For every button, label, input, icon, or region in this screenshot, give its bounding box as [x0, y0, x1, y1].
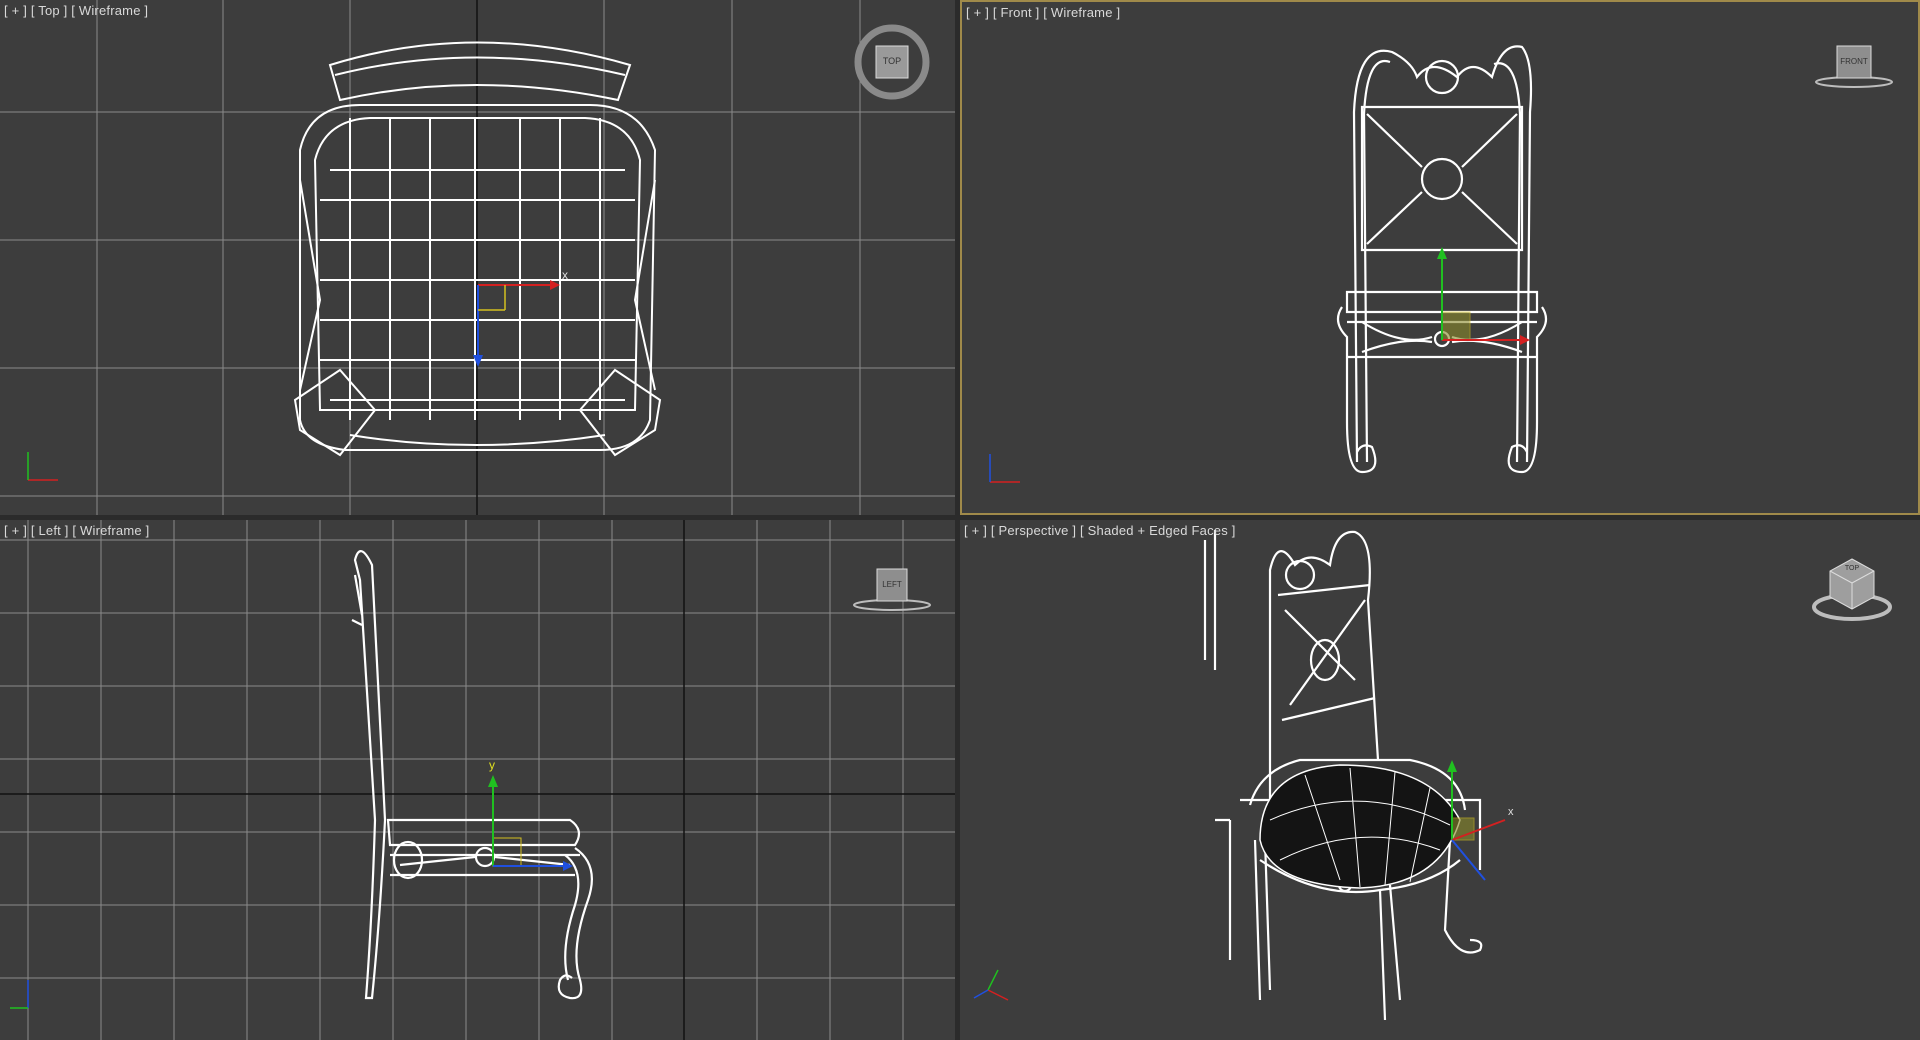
viewport-front-view-button[interactable]: [ Front ]: [993, 5, 1040, 20]
viewcube-persp-label: TOP: [1844, 565, 1860, 572]
world-axis-indicator: [973, 969, 1009, 1001]
viewport-perspective-scene: [973, 530, 1506, 1021]
viewport-front[interactable]: [ + ] [ Front ] [ Wireframe ] FRONT: [960, 0, 1920, 515]
viewport-persp-mode-button[interactable]: [ Shaded + Edged Faces ]: [1080, 523, 1236, 538]
viewport-persp-menu-button[interactable]: [ + ]: [964, 523, 987, 538]
gizmo-y-label: y: [489, 758, 495, 772]
viewcube-left-label: LEFT: [882, 580, 902, 589]
viewcube-left[interactable]: LEFT: [852, 565, 932, 615]
transform-gizmo[interactable]: [1447, 760, 1506, 881]
viewport-left-scene: [0, 520, 955, 1040]
viewport-top-label: [ + ] [ Top ] [ Wireframe ]: [4, 3, 148, 18]
world-axis-indicator: [27, 452, 58, 481]
viewcube-front[interactable]: FRONT: [1814, 42, 1894, 92]
viewport-left-label: [ + ] [ Left ] [ Wireframe ]: [4, 523, 149, 538]
viewport-left-mode-button[interactable]: [ Wireframe ]: [72, 523, 149, 538]
viewport-front-label: [ + ] [ Front ] [ Wireframe ]: [966, 5, 1120, 20]
world-axis-indicator: [989, 454, 1020, 483]
viewport-perspective[interactable]: [ + ] [ Perspective ] [ Shaded + Edged F…: [960, 520, 1920, 1040]
viewcube-front-label: FRONT: [1840, 57, 1868, 66]
transform-gizmo[interactable]: [1437, 247, 1530, 345]
viewport-top-menu-button[interactable]: [ + ]: [4, 3, 27, 18]
viewcube-perspective[interactable]: TOP: [1812, 555, 1892, 625]
viewport-perspective-label: [ + ] [ Perspective ] [ Shaded + Edged F…: [964, 523, 1236, 538]
viewcube-top-label: TOP: [882, 56, 902, 66]
viewport-front-menu-button[interactable]: [ + ]: [966, 5, 989, 20]
grid-major: [0, 520, 955, 1040]
chair-left-wireframe: [351, 550, 593, 1000]
gizmo-x-label: x: [1508, 806, 1514, 818]
transform-gizmo[interactable]: [473, 280, 560, 367]
viewport-top-view-button[interactable]: [ Top ]: [31, 3, 68, 18]
viewcube-icon: [853, 568, 931, 611]
viewport-top-mode-button[interactable]: [ Wireframe ]: [71, 3, 148, 18]
gizmo-x-label: x: [562, 268, 568, 282]
viewport-front-scene: [989, 45, 1548, 483]
chair-seat-shaded: [1259, 764, 1461, 889]
viewport-left[interactable]: [ + ] [ Left ] [ Wireframe ] LEFT y: [0, 520, 955, 1040]
viewport-left-view-button[interactable]: [ Left ]: [31, 523, 69, 538]
viewport-front-mode-button[interactable]: [ Wireframe ]: [1043, 5, 1120, 20]
viewport-left-menu-button[interactable]: [ + ]: [4, 523, 27, 538]
viewcube-top[interactable]: TOP: [852, 22, 932, 102]
viewcube-icon: [1815, 45, 1893, 88]
viewport-persp-view-button[interactable]: [ Perspective ]: [991, 523, 1076, 538]
grid: [0, 520, 955, 1040]
viewport-top[interactable]: [ + ] [ Top ] [ Wireframe ] TOP x: [0, 0, 955, 515]
world-axis-indicator: [10, 980, 29, 1009]
viewport-top-scene: [0, 0, 955, 515]
